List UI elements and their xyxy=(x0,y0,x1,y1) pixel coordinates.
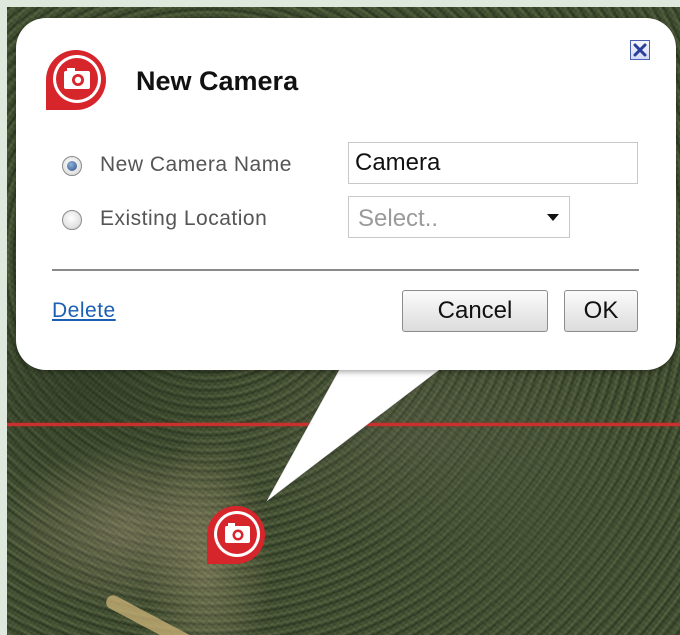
divider xyxy=(52,269,639,271)
new-camera-name-radio[interactable] xyxy=(62,156,82,176)
location-select[interactable]: Select.. xyxy=(348,196,570,238)
ok-button-label: OK xyxy=(583,297,619,324)
location-select-value: Select.. xyxy=(358,205,439,232)
boundary-line xyxy=(7,423,680,426)
existing-location-radio[interactable] xyxy=(62,210,82,230)
close-button[interactable] xyxy=(630,40,650,60)
camera-icon xyxy=(46,50,106,110)
cancel-button-label: Cancel xyxy=(437,297,513,324)
new-camera-dialog: New Camera New Camera Name Existing Loca… xyxy=(16,18,676,370)
cancel-button[interactable]: Cancel xyxy=(402,290,548,332)
delete-link[interactable]: Delete xyxy=(52,299,116,323)
chevron-down-icon xyxy=(547,214,559,221)
dialog-title: New Camera xyxy=(136,66,299,96)
existing-location-label: Existing Location xyxy=(100,207,268,230)
close-icon xyxy=(633,43,647,57)
ok-button[interactable]: OK xyxy=(564,290,638,332)
new-camera-name-label: New Camera Name xyxy=(100,153,292,176)
camera-name-input[interactable] xyxy=(348,142,638,184)
camera-marker-icon[interactable] xyxy=(205,502,269,566)
